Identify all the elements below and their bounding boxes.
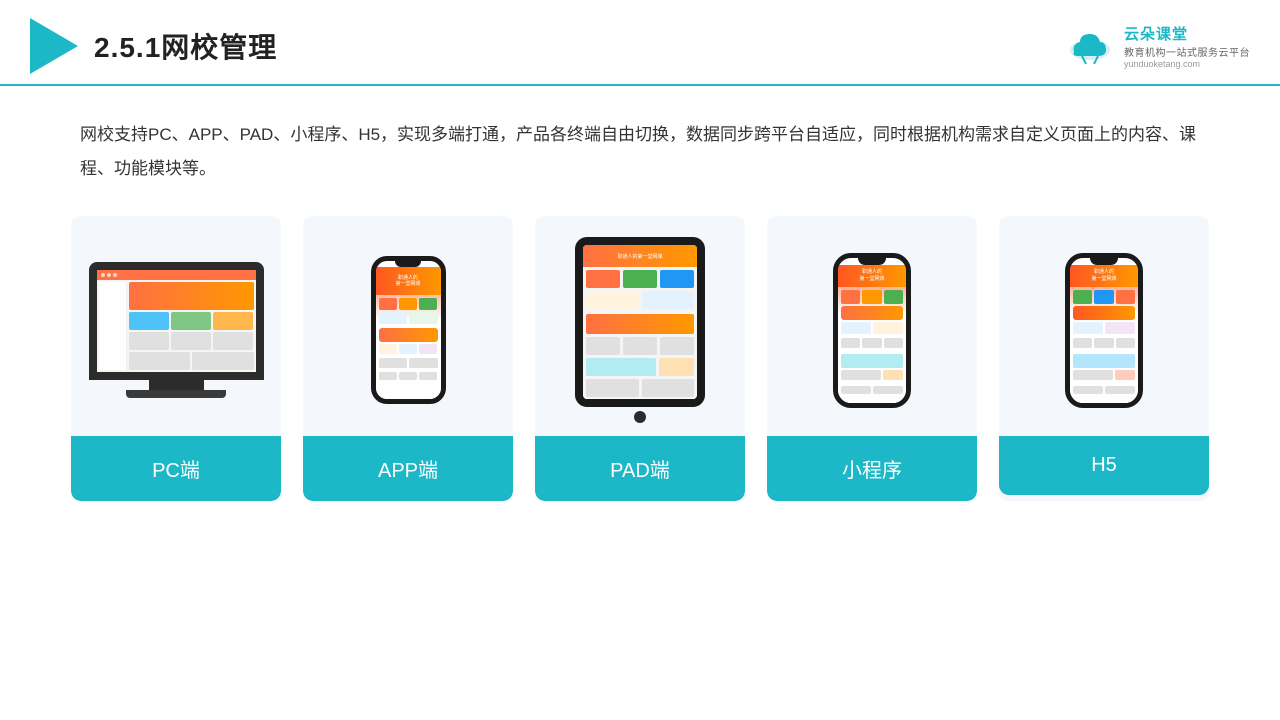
logo-cloud-icon [1064,28,1116,64]
header-left: 2.5.1网校管理 [30,18,277,74]
card-pc-image [71,216,281,436]
card-app-label: APP端 [303,436,513,501]
card-pc-label: PC端 [71,436,281,501]
page-header: 2.5.1网校管理 云朵课堂 教育机构一站式服务云平台 yunduoketang… [0,0,1280,86]
card-miniprogram-label: 小程序 [767,436,977,501]
card-pad: 职通人的第一堂网课 [535,216,745,501]
card-h5-image: 职通人的第一堂网课 [999,216,1209,436]
monitor-mockup [89,262,264,398]
page-title: 2.5.1网校管理 [94,26,277,66]
play-icon [30,18,78,74]
cards-area: PC端 职通人的第一堂网课 [0,206,1280,501]
phone-mockup-h5: 职通人的第一堂网课 [1065,253,1143,408]
card-h5-label: H5 [999,436,1209,495]
card-pad-label: PAD端 [535,436,745,501]
card-pad-image: 职通人的第一堂网课 [535,216,745,436]
description-text: 网校支持PC、APP、PAD、小程序、H5，实现多端打通，产品各终端自由切换，数… [0,86,1280,206]
card-app: 职通人的第一堂网课 [303,216,513,501]
tablet-mockup: 职通人的第一堂网课 [575,237,705,423]
logo-text: 云朵课堂 教育机构一站式服务云平台 yunduoketang.com [1124,23,1250,69]
phone-mockup-mini: 职通人的第一堂网课 [833,253,911,408]
card-h5: 职通人的第一堂网课 [999,216,1209,501]
phone-mockup-app: 职通人的第一堂网课 [371,256,446,404]
card-pc: PC端 [71,216,281,501]
logo-area: 云朵课堂 教育机构一站式服务云平台 yunduoketang.com [1064,23,1250,69]
card-app-image: 职通人的第一堂网课 [303,216,513,436]
card-miniprogram: 职通人的第一堂网课 [767,216,977,501]
card-miniprogram-image: 职通人的第一堂网课 [767,216,977,436]
